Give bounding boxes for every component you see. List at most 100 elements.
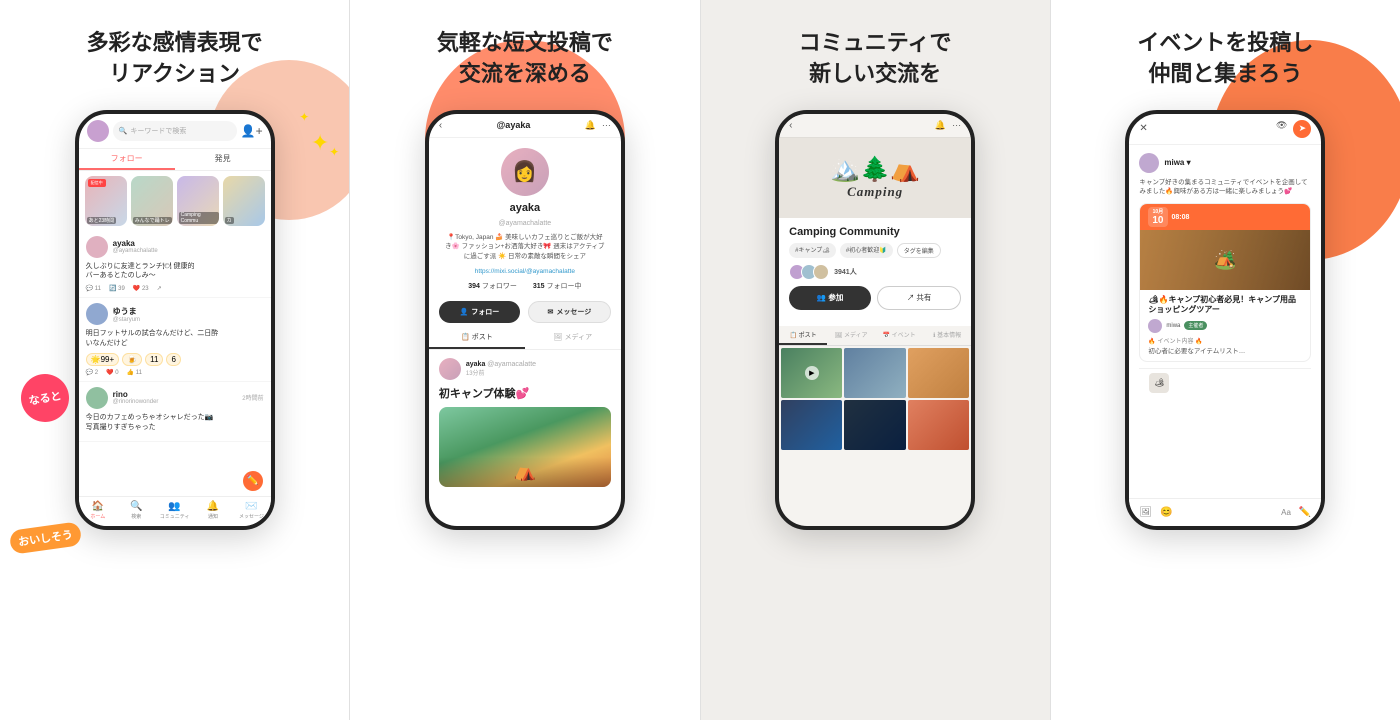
- tag-beginner[interactable]: #初心者歓迎🔰: [840, 243, 893, 258]
- profile-avatar: 👩: [501, 148, 549, 196]
- reaction-like[interactable]: ❤️ 23: [133, 285, 149, 292]
- profile-link[interactable]: https://mixi.social/@ayamachalatte: [475, 268, 575, 275]
- post2-avatar: [86, 303, 108, 325]
- live-badge: 配信中: [88, 179, 106, 187]
- send-icon-bottom[interactable]: ✏️: [1299, 507, 1311, 518]
- community-logo: 🏔️🌲⛺ Camping: [830, 155, 920, 200]
- host-badge: 主催者: [1184, 321, 1207, 330]
- reaction-heart2[interactable]: ❤️ 0: [106, 369, 118, 376]
- message-button[interactable]: ✉メッセージ: [528, 301, 611, 323]
- sticker-oishiso: おいしそう: [9, 521, 83, 555]
- nav-home[interactable]: 🏠 ホーム: [79, 502, 117, 520]
- grid-item-3[interactable]: [908, 348, 969, 398]
- subtab-events[interactable]: 📅 イベント: [875, 326, 923, 345]
- emoji-3: 11: [145, 353, 163, 366]
- topbar-icons-4: 👁 ➤: [1276, 120, 1311, 138]
- panel1-heading: 多彩な感情表現で リアクション: [87, 28, 263, 90]
- story-item-2[interactable]: みんなで踊トレ: [131, 176, 173, 226]
- emoji-reactions: 🌟99+ 🍺 11 6: [86, 353, 264, 366]
- tag-camp[interactable]: #キャンプ🏕: [789, 243, 836, 258]
- host-avatar: [1148, 319, 1162, 333]
- subtab-media[interactable]: 🖼 メディア: [827, 326, 875, 345]
- author-name: miwa ▾: [1164, 158, 1190, 167]
- join-button[interactable]: 👥 参加: [789, 286, 871, 310]
- phone-3: ‹ 🔔 ··· 🏔️🌲⛺ Camping Camping Community #…: [775, 110, 975, 530]
- grid-item-2[interactable]: [844, 348, 905, 398]
- community-footer: 🏕: [1139, 368, 1311, 397]
- nav-messages[interactable]: ✉️ メッセージ: [232, 502, 270, 520]
- text-format-button[interactable]: Aa: [1281, 508, 1291, 517]
- panel-posts: 気軽な短文投稿で 交流を深める ‹ @ayaka 🔔 ··· 👩 ayaka @…: [350, 0, 699, 720]
- tab-posts[interactable]: 📋ポスト: [429, 327, 525, 349]
- community-subtabs: 📋 ポスト 🖼 メディア 📅 イベント ℹ 基本情報: [779, 326, 971, 346]
- star-decoration: ✦: [311, 130, 329, 156]
- close-button[interactable]: ✕: [1139, 123, 1147, 134]
- nav-search[interactable]: 🔍 検索: [117, 502, 155, 520]
- grid-item-1[interactable]: ▶: [781, 348, 842, 398]
- reaction-like2[interactable]: 👍 11: [127, 369, 142, 376]
- send-button[interactable]: ➤: [1293, 120, 1311, 138]
- community-info: Camping Community #キャンプ🏕 #初心者歓迎🔰 タグを編集 3…: [779, 218, 971, 326]
- event-title: 🏕🔥キャンプ初心者必見！キャンプ用品ショッピングツアー: [1148, 295, 1302, 316]
- tag-edit[interactable]: タグを編集: [897, 243, 941, 258]
- grid-item-5[interactable]: [844, 400, 905, 450]
- bell-icon-3[interactable]: 🔔: [935, 120, 946, 131]
- community-name: Camping Community: [789, 226, 961, 238]
- event-post-section: miwa ▾ キャンプ好きの集まるコミュニティでイベントを企画してみました🔥興味…: [1129, 145, 1321, 405]
- play-button[interactable]: ▶: [805, 366, 819, 380]
- post-image: ⛺: [439, 407, 611, 487]
- post3-time: 2時間前: [242, 393, 263, 402]
- phone4-topbar: ✕ 👁 ➤: [1129, 114, 1321, 145]
- event-card: 10月 10 08:08 🏕️ 🏕🔥キャンプ初心者必見！キャンプ用品ショッピング…: [1139, 203, 1311, 362]
- post2-text: 明日フットサルの試合なんだけど、二日酔いなんだけど: [86, 329, 264, 349]
- members-row: 3941人: [789, 264, 961, 280]
- event-content-label: 🔥 イベント内容 🔥: [1148, 336, 1302, 345]
- grid-item-6[interactable]: [908, 400, 969, 450]
- search-bar[interactable]: 🔍 キーワードで検索: [113, 121, 237, 141]
- panel-community: コミュニティで 新しい交流を ‹ 🔔 ··· 🏔️🌲⛺ Camping: [701, 0, 1050, 720]
- reaction-share[interactable]: ↗: [157, 285, 162, 292]
- image-icon[interactable]: 🖼: [1139, 507, 1152, 518]
- story-row: 配信中 あと23時間 みんなで踊トレ Camping Commu カ: [79, 171, 271, 231]
- profile-handle: @ayamachalatte: [499, 220, 552, 227]
- back-button-3[interactable]: ‹: [789, 120, 792, 131]
- emoji-icon[interactable]: 😊: [1160, 507, 1172, 518]
- more-icon-3[interactable]: ···: [952, 120, 961, 131]
- profile-action-buttons: 👤フォロー ✉メッセージ: [429, 301, 621, 323]
- post-1: ayaka @ayamachalatte 久しぶりに友達とランチ🍽 健康的バーあ…: [79, 231, 271, 299]
- back-button[interactable]: ‹: [439, 120, 442, 131]
- event-date-box: 10月 10: [1148, 207, 1167, 227]
- nav-community[interactable]: 👥 コミュニティ: [155, 502, 193, 520]
- story-item-3[interactable]: Camping Commu: [177, 176, 219, 226]
- emoji-4: 6: [166, 353, 180, 366]
- more-icon[interactable]: ···: [602, 120, 611, 131]
- phone2-topbar: ‹ @ayaka 🔔 ···: [429, 114, 621, 138]
- compose-button[interactable]: ✏️: [243, 471, 263, 491]
- camping-logo-text: Camping: [847, 184, 903, 200]
- reaction-heart[interactable]: 💬 11: [86, 285, 101, 292]
- add-user-icon[interactable]: 👤+: [241, 124, 263, 138]
- profile-tabs: 📋ポスト 🖼メディア: [429, 327, 621, 350]
- reaction-comment[interactable]: 💬 2: [86, 369, 98, 376]
- share-button[interactable]: ↗ 共有: [877, 286, 961, 310]
- grid-item-4[interactable]: [781, 400, 842, 450]
- post3-text: 今日のカフェめっちゃオシャレだった📷写真撮りすぎちゃった: [86, 413, 264, 433]
- panel3-heading: コミュニティで 新しい交流を: [799, 28, 952, 90]
- story-label-2: みんなで踊トレ: [133, 217, 172, 224]
- tab-discover[interactable]: 発見: [175, 149, 271, 170]
- follow-button[interactable]: 👤フォロー: [439, 301, 520, 323]
- nav-notifications[interactable]: 🔔 通知: [194, 502, 232, 520]
- eye-icon[interactable]: 👁: [1276, 120, 1287, 138]
- profile-section: 👩 ayaka @ayamachalatte 📍Tokyo, Japan 🍰 美…: [429, 138, 621, 301]
- story-item-4[interactable]: カ: [223, 176, 265, 226]
- subtab-posts[interactable]: 📋 ポスト: [779, 326, 827, 345]
- story-item-1[interactable]: 配信中 あと23時間: [85, 176, 127, 226]
- star-decoration-sm: ✦: [299, 110, 309, 124]
- reaction-retweet[interactable]: 🔄 39: [109, 285, 125, 292]
- bell-icon[interactable]: 🔔: [585, 120, 596, 131]
- tab-media[interactable]: 🖼メディア: [525, 327, 621, 349]
- subtab-info[interactable]: ℹ 基本情報: [923, 326, 971, 345]
- story-label-1: あと23時間: [87, 217, 117, 224]
- tab-follow[interactable]: フォロー: [79, 149, 175, 170]
- member-av-3: [813, 264, 829, 280]
